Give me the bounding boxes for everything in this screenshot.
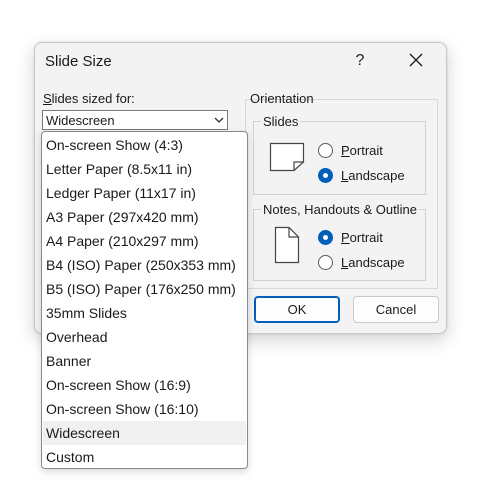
dropdown-option[interactable]: Banner: [43, 349, 246, 373]
dropdown-option[interactable]: Custom: [43, 445, 246, 468]
dropdown-option[interactable]: Letter Paper (8.5x11 in): [43, 157, 246, 181]
dropdown-option-selected[interactable]: Widescreen: [43, 421, 246, 445]
notes-portrait-label: Portrait: [341, 229, 383, 245]
slide-size-select[interactable]: Widescreen: [42, 110, 228, 130]
dropdown-option[interactable]: On-screen Show (4:3): [43, 133, 246, 157]
slides-landscape-label: Landscape: [341, 167, 405, 183]
dialog-title: Slide Size: [45, 53, 112, 70]
help-button[interactable]: ?: [347, 47, 373, 75]
notes-landscape-option[interactable]: Landscape: [318, 252, 405, 272]
notes-group-label: Notes, Handouts & Outline: [261, 202, 419, 217]
notes-portrait-option[interactable]: Portrait: [318, 227, 383, 247]
dropdown-option[interactable]: On-screen Show (16:10): [43, 397, 246, 421]
dropdown-option[interactable]: B5 (ISO) Paper (176x250 mm): [43, 277, 246, 301]
dropdown-option[interactable]: On-screen Show (16:9): [43, 373, 246, 397]
slides-portrait-label: Portrait: [341, 142, 383, 158]
close-button[interactable]: [401, 47, 431, 75]
title-bar: Slide Size ?: [35, 43, 446, 81]
slides-portrait-option[interactable]: Portrait: [318, 140, 383, 160]
notes-portrait-radio[interactable]: [318, 229, 333, 245]
cancel-button[interactable]: Cancel: [353, 296, 439, 323]
dropdown-option[interactable]: A4 Paper (210x297 mm): [43, 229, 246, 253]
slides-landscape-radio[interactable]: [318, 167, 333, 183]
slides-landscape-option[interactable]: Landscape: [318, 165, 405, 185]
chevron-down-icon: [214, 117, 224, 123]
orientation-label: Orientation: [250, 91, 314, 106]
slides-sized-for-label: Slides sized for:: [43, 91, 135, 106]
notes-landscape-radio[interactable]: [318, 254, 333, 270]
notes-landscape-label: Landscape: [341, 254, 405, 270]
landscape-page-icon: [269, 142, 305, 172]
slide-size-select-value: Widescreen: [46, 113, 115, 128]
portrait-page-icon: [274, 226, 300, 264]
dropdown-option[interactable]: B4 (ISO) Paper (250x353 mm): [43, 253, 246, 277]
slides-portrait-radio[interactable]: [318, 142, 333, 158]
dropdown-option[interactable]: 35mm Slides: [43, 301, 246, 325]
slides-group-label: Slides: [261, 114, 301, 129]
dropdown-option[interactable]: A3 Paper (297x420 mm): [43, 205, 246, 229]
slide-size-dropdown-list: On-screen Show (4:3) Letter Paper (8.5x1…: [41, 131, 248, 469]
dropdown-option[interactable]: Overhead: [43, 325, 246, 349]
ok-button[interactable]: OK: [254, 296, 340, 323]
dropdown-option[interactable]: Ledger Paper (11x17 in): [43, 181, 246, 205]
close-icon: [409, 53, 423, 67]
